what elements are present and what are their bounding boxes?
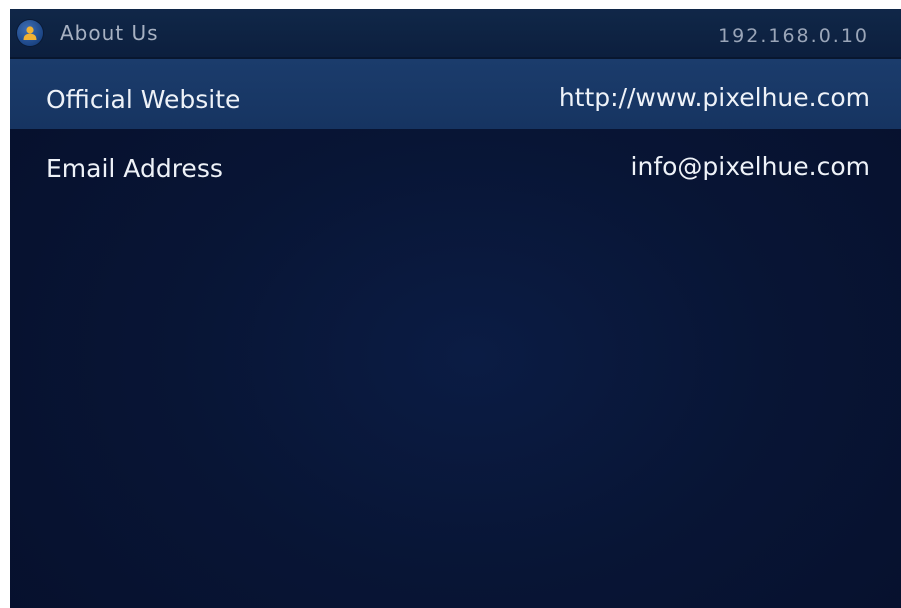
ip-address: 192.168.0.10	[718, 25, 869, 47]
official-website-label: Official Website	[46, 85, 241, 114]
email-address-value: info@pixelhue.com	[630, 152, 870, 181]
list-item-email-address[interactable]: Email Address info@pixelhue.com	[10, 129, 901, 201]
email-address-label: Email Address	[46, 154, 223, 183]
title-bar: About Us 192.168.0.10	[10, 9, 901, 59]
user-icon	[17, 20, 43, 46]
official-website-value: http://www.pixelhue.com	[558, 83, 870, 112]
list-item-official-website[interactable]: Official Website http://www.pixelhue.com	[10, 59, 901, 129]
about-us-screen: About Us 192.168.0.10 Official Website h…	[10, 9, 901, 608]
page-title: About Us	[60, 21, 159, 45]
